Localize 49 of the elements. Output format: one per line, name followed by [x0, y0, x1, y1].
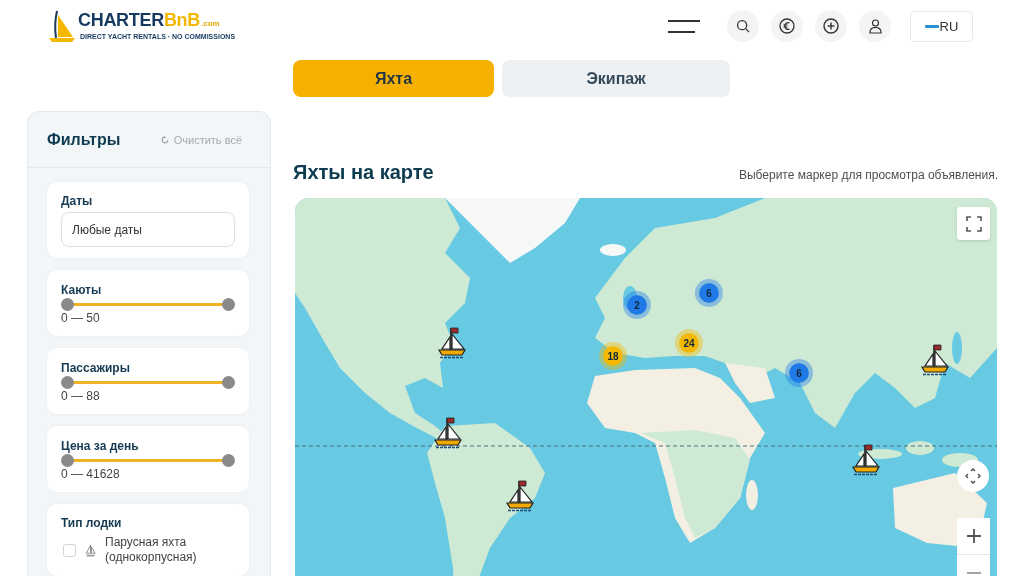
fullscreen-icon	[965, 215, 982, 232]
slider-handle[interactable]	[61, 376, 74, 389]
plus-circle-icon	[823, 18, 839, 34]
filter-label: Цена за день	[61, 439, 140, 454]
euro-icon	[779, 18, 795, 34]
sailboat-marker-icon[interactable]	[851, 444, 881, 476]
flag-stripe-icon	[924, 24, 939, 28]
sailboat-marker-icon[interactable]	[437, 327, 467, 359]
user-icon	[868, 18, 882, 34]
search-button[interactable]	[727, 10, 759, 42]
zoom-in-button[interactable]	[957, 518, 990, 554]
filter-label: Даты	[61, 194, 94, 209]
date-field[interactable]: Любые даты	[61, 212, 235, 247]
filter-label: Тип лодки	[61, 516, 123, 531]
sailboat-marker-icon[interactable]	[920, 344, 950, 376]
slider-handle[interactable]	[61, 298, 74, 311]
add-button[interactable]	[815, 10, 847, 42]
language-button[interactable]: RU	[910, 10, 973, 42]
menu-icon	[668, 19, 700, 33]
slider-handle[interactable]	[222, 376, 235, 389]
account-button[interactable]	[859, 10, 891, 42]
range-reading: 0 — 88	[61, 389, 101, 404]
sailboat-marker-icon[interactable]	[433, 417, 463, 449]
sailboat-marker-icon[interactable]	[505, 480, 535, 512]
option-label: Парусная яхта (однокорпусная)	[105, 535, 198, 565]
search-icon	[736, 19, 750, 33]
section-title: Яхты на карте	[293, 160, 434, 184]
checkbox[interactable]	[63, 543, 76, 557]
slider-handle[interactable]	[222, 298, 235, 311]
slider-handle[interactable]	[222, 454, 235, 467]
minus-icon	[966, 572, 981, 574]
filters-title: Фильтры	[47, 130, 121, 149]
slider-handle[interactable]	[61, 454, 74, 467]
fullscreen-button[interactable]	[957, 207, 990, 240]
circular-arrow-icon	[160, 135, 169, 144]
sailboat-logo-icon	[48, 10, 76, 42]
map-hint: Выберите маркер для просмотра объявления.	[738, 168, 998, 182]
sailboat-icon	[85, 543, 96, 557]
range-reading: 0 — 50	[61, 311, 101, 326]
filter-label: Пассажиры	[61, 361, 131, 376]
menu-button[interactable]	[668, 19, 700, 33]
filter-label: Каюты	[61, 283, 103, 298]
plus-icon	[966, 529, 981, 543]
range-reading: 0 — 41628	[61, 467, 121, 482]
tab[interactable]: Экипаж	[502, 60, 730, 97]
tab[interactable]: Яхта	[293, 60, 494, 97]
currency-button[interactable]	[771, 10, 803, 42]
logo-wordmark: CHARTERBnB.com	[78, 11, 221, 32]
four-arrows-icon	[965, 468, 981, 484]
